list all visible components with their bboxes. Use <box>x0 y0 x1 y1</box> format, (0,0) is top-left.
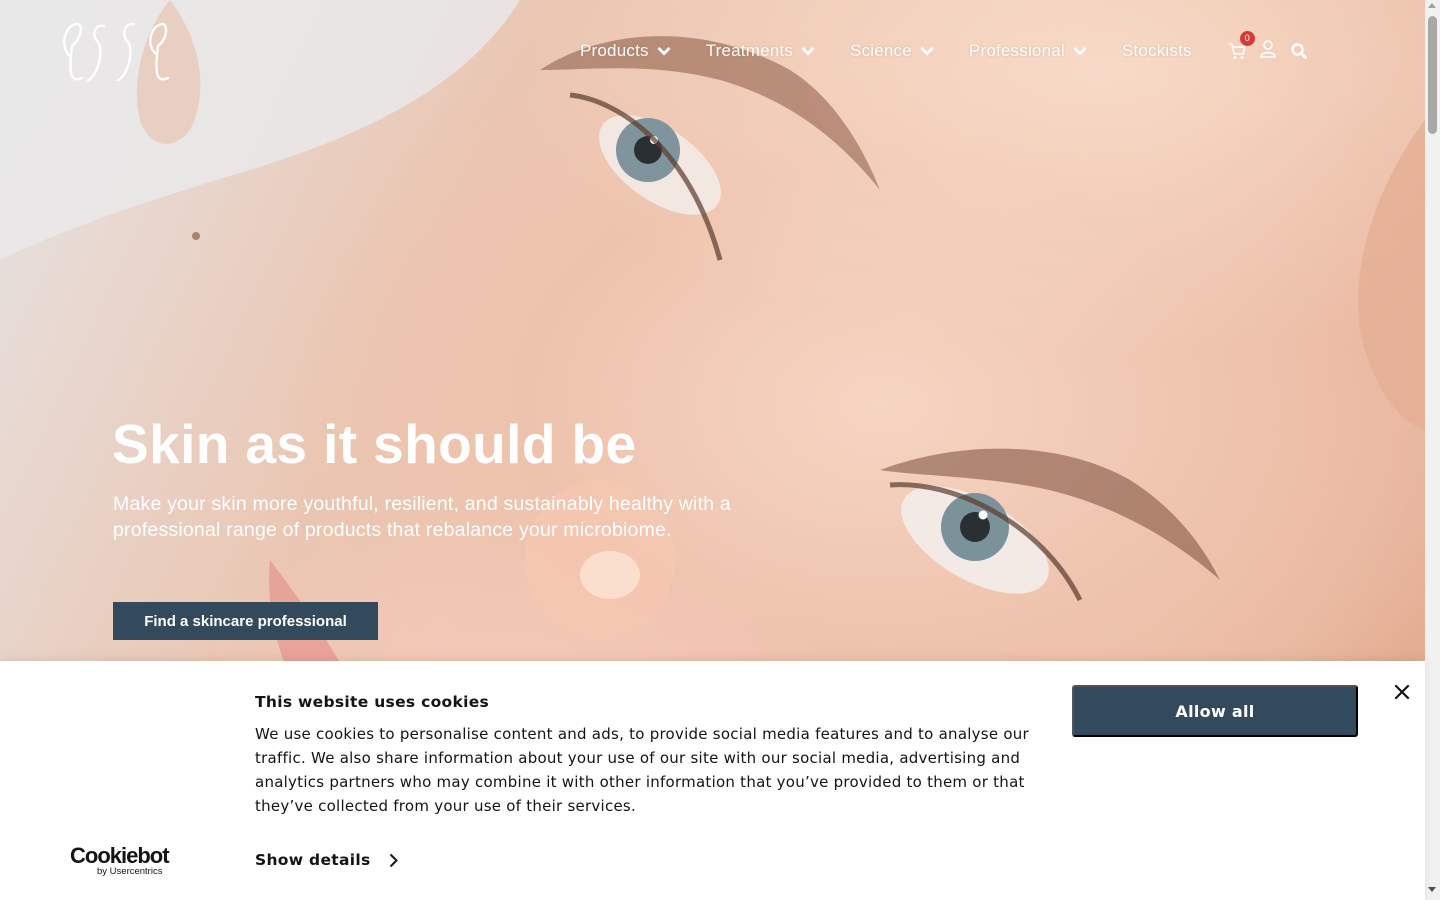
nav-item-label: Professional <box>968 41 1065 60</box>
cookiebot-subtitle: by Usercentrics <box>97 866 163 877</box>
main-navigation: Products Treatments Science Professional… <box>580 31 1307 64</box>
cart-count-badge: 0 <box>1239 31 1255 46</box>
chevron-right-icon <box>389 853 398 867</box>
nav-item-label: Stockists <box>1121 41 1192 60</box>
scroll-down-arrow-icon[interactable] <box>1428 887 1436 892</box>
cookie-banner: Cookiebot by Usercentrics This website u… <box>0 661 1425 900</box>
nav-item-treatments[interactable]: Treatments <box>706 41 815 61</box>
hero-subline: Make your skin more youthful, resilient,… <box>113 493 731 541</box>
cart-button[interactable]: 0 <box>1228 31 1255 60</box>
search-icon <box>1291 43 1307 59</box>
esse-logo[interactable] <box>58 18 170 84</box>
chevron-down-icon <box>657 47 671 56</box>
nav-item-label: Products <box>580 41 649 60</box>
allow-all-button[interactable]: Allow all <box>1072 685 1358 737</box>
page-scrollbar[interactable] <box>1425 0 1440 900</box>
nav-item-science[interactable]: Science <box>850 41 934 61</box>
search-button[interactable] <box>1291 43 1307 59</box>
nav-item-stockists[interactable]: Stockists <box>1122 41 1192 61</box>
find-professional-button[interactable]: Find a skincare professional <box>113 602 378 640</box>
user-icon <box>1259 40 1276 58</box>
chevron-down-icon <box>801 47 815 56</box>
account-button[interactable] <box>1259 40 1276 58</box>
close-icon[interactable] <box>1394 684 1410 700</box>
nav-item-label: Science <box>850 41 912 60</box>
show-details-link[interactable]: Show details <box>255 851 398 869</box>
scroll-up-arrow-icon[interactable] <box>1428 3 1436 8</box>
cookiebot-logo: Cookiebot by Usercentrics <box>70 843 176 878</box>
cookie-banner-title: This website uses cookies <box>255 693 490 711</box>
scroll-thumb[interactable] <box>1428 16 1437 134</box>
nav-item-products[interactable]: Products <box>580 41 671 61</box>
chevron-down-icon <box>920 47 934 56</box>
chevron-down-icon <box>1073 47 1087 56</box>
cookie-banner-text: We use cookies to personalise content an… <box>255 725 1029 815</box>
hero-headline: Skin as it should be <box>112 413 637 475</box>
nav-item-label: Treatments <box>705 41 794 60</box>
nav-item-professional[interactable]: Professional <box>969 41 1087 61</box>
cookiebot-wordmark: Cookiebot <box>70 843 170 868</box>
show-details-label: Show details <box>255 851 371 869</box>
